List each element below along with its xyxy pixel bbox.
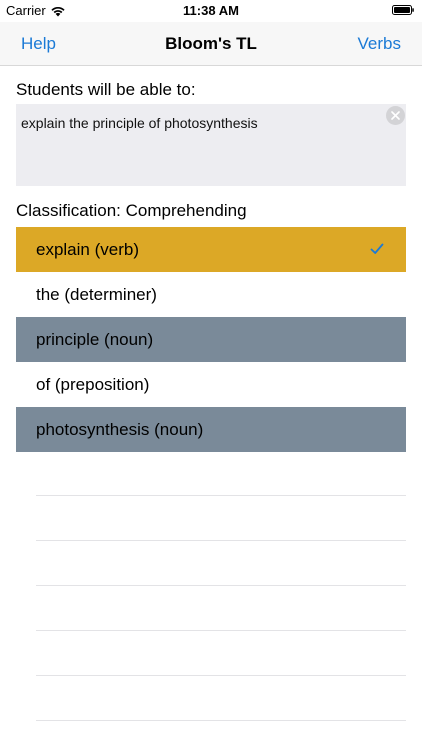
word-label: explain (verb) xyxy=(36,239,139,259)
empty-row xyxy=(36,631,406,676)
empty-row xyxy=(36,676,406,721)
word-label: the (determiner) xyxy=(36,284,157,304)
word-row-explain[interactable]: explain (verb) xyxy=(16,227,406,272)
word-row-the[interactable]: the (determiner) xyxy=(16,272,406,317)
empty-row xyxy=(36,496,406,541)
prompt-label: Students will be able to: xyxy=(16,80,196,99)
word-label: of (preposition) xyxy=(36,374,150,394)
verbs-button[interactable]: Verbs xyxy=(358,34,401,54)
navigation-bar: Help Bloom's TL Verbs xyxy=(0,22,422,66)
word-label: photosynthesis (noun) xyxy=(36,419,204,439)
empty-row xyxy=(36,451,406,496)
battery-icon xyxy=(392,5,414,15)
checkmark-icon xyxy=(370,243,384,254)
word-row-photosynthesis[interactable]: photosynthesis (noun) xyxy=(16,407,406,452)
status-time: 11:38 AM xyxy=(183,3,239,18)
empty-row xyxy=(36,586,406,631)
empty-row xyxy=(36,541,406,586)
word-label: principle (noun) xyxy=(36,329,154,349)
word-row-of[interactable]: of (preposition) xyxy=(16,362,406,407)
status-bar: Carrier 11:38 AM xyxy=(0,0,422,22)
word-row-principle[interactable]: principle (noun) xyxy=(16,317,406,362)
empty-table-rows xyxy=(36,451,406,721)
clear-text-button[interactable] xyxy=(386,106,405,125)
clear-icon xyxy=(391,111,400,120)
objective-text-field[interactable]: explain the principle of photosynthesis xyxy=(16,104,406,186)
classification-label: Classification: Comprehending xyxy=(16,201,247,220)
word-list: explain (verb) the (determiner) principl… xyxy=(16,227,406,452)
